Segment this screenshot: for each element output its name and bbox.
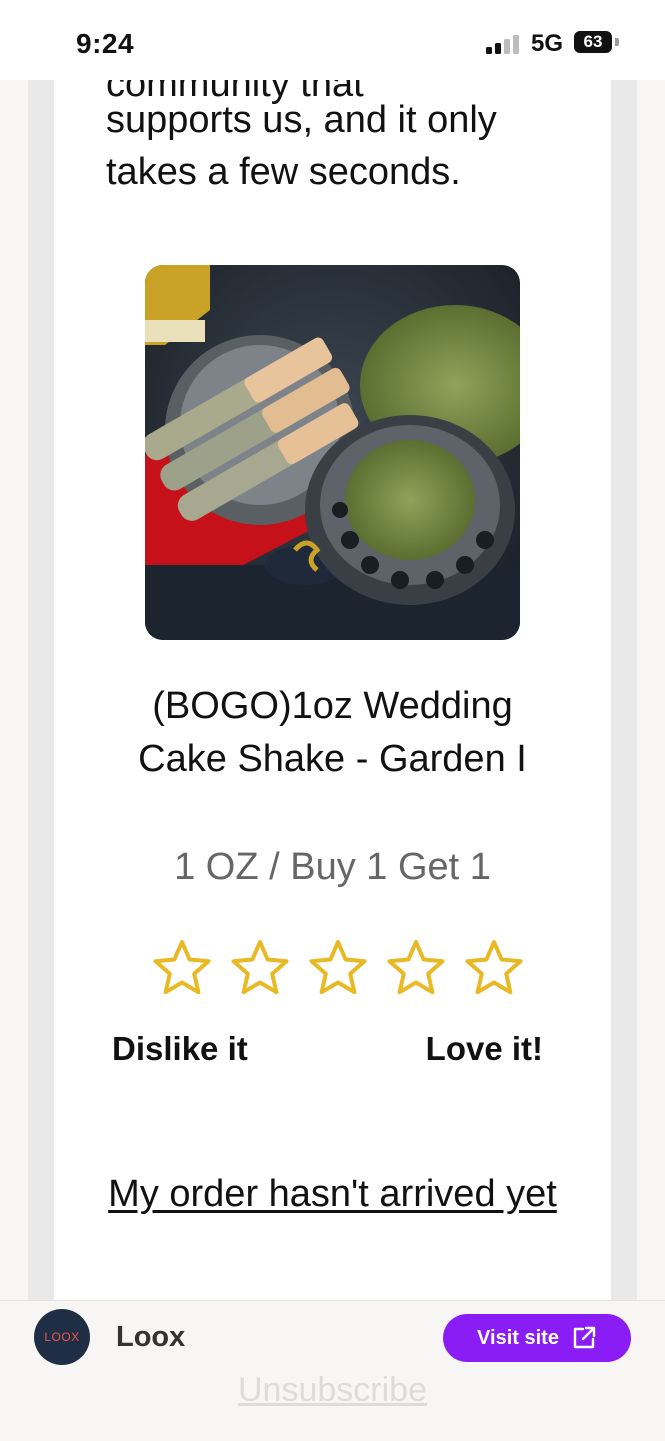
email-border-right bbox=[611, 80, 637, 1300]
status-bar: 9:24 5G 63 bbox=[0, 0, 665, 80]
sender-logo[interactable]: LOOX bbox=[34, 1309, 90, 1365]
status-time: 9:24 bbox=[76, 28, 135, 59]
sender-bar: LOOX Loox Visit site Unsubscribe bbox=[0, 1300, 665, 1441]
sender-name: Loox bbox=[116, 1321, 186, 1353]
product-photo-prerolls-grinder-icon bbox=[145, 265, 520, 640]
star-2-icon[interactable] bbox=[230, 938, 290, 996]
star-5-icon[interactable] bbox=[464, 938, 524, 996]
product-title: (BOGO)1oz Wedding Cake Shake - Garden I bbox=[138, 685, 527, 780]
star-rating bbox=[152, 938, 527, 998]
cellular-signal-icon bbox=[486, 34, 522, 54]
email-border-left bbox=[28, 80, 54, 1300]
visit-site-button[interactable]: Visit site bbox=[443, 1314, 631, 1362]
battery-cap bbox=[615, 38, 619, 46]
star-1-icon[interactable] bbox=[152, 938, 212, 996]
star-4-icon[interactable] bbox=[386, 938, 446, 996]
rating-low-label: Dislike it bbox=[112, 1030, 248, 1067]
external-link-icon bbox=[573, 1326, 596, 1349]
unsubscribe-link[interactable]: Unsubscribe bbox=[0, 1371, 665, 1410]
sender-logo-text: LOOX bbox=[44, 1330, 80, 1344]
visit-site-label: Visit site bbox=[477, 1326, 559, 1349]
battery-level: 63 bbox=[583, 32, 603, 51]
intro-text: supports us, and it only takes a few sec… bbox=[106, 99, 497, 193]
product-image[interactable] bbox=[145, 265, 520, 640]
network-type: 5G bbox=[531, 30, 564, 57]
email-card: community that supports us, and it only … bbox=[54, 80, 611, 1300]
battery-icon: 63 bbox=[574, 31, 612, 53]
order-not-arrived-link[interactable]: My order hasn't arrived yet bbox=[94, 1166, 571, 1222]
star-3-icon[interactable] bbox=[308, 938, 368, 996]
product-variant: 1 OZ / Buy 1 Get 1 bbox=[174, 846, 491, 888]
rating-high-label: Love it! bbox=[425, 1030, 543, 1067]
